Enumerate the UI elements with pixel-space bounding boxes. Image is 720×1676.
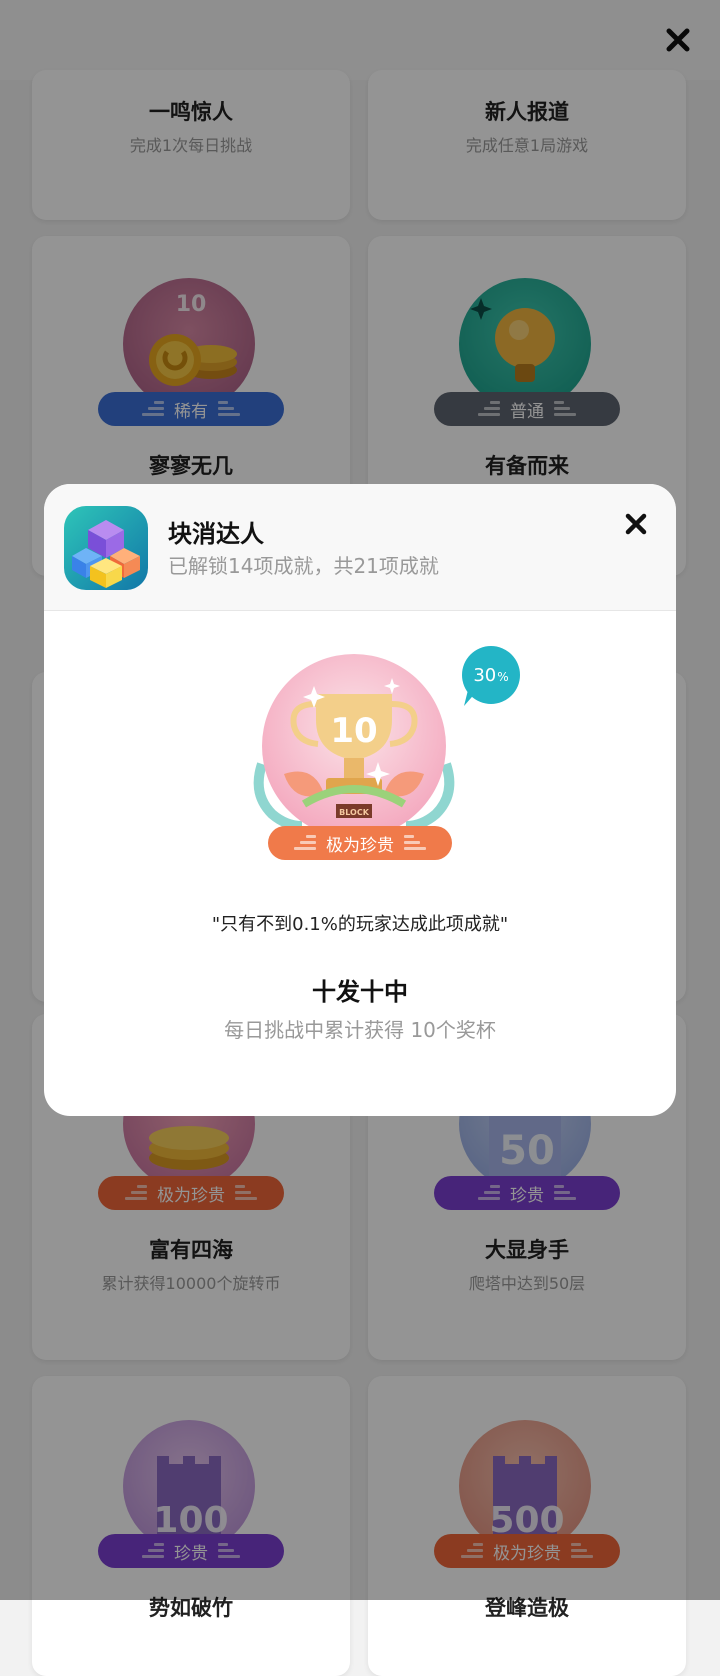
achievement-title: 十发十中 — [312, 978, 408, 1006]
badge-number: 10 — [330, 711, 377, 751]
percent-value: 30 — [473, 664, 497, 686]
rarity-quote: "只有不到0.1%的玩家达成此项成就" — [211, 914, 509, 935]
achievement-description: 每日挑战中累计获得 10个奖杯 — [224, 1018, 496, 1042]
unlock-progress: 已解锁14项成就，共21项成就 — [168, 554, 439, 578]
app-icon — [64, 506, 148, 590]
rarity-label: 极为珍贵 — [326, 835, 394, 856]
dialog-close-icon[interactable] — [620, 508, 652, 540]
bubble-tail-icon — [464, 690, 478, 706]
pill-decoration-icon — [294, 835, 316, 851]
rarity-pill: 极为珍贵 — [268, 826, 452, 860]
achievement-detail-dialog: 块消达人 已解锁14项成就，共21项成就 BLOCK 10 极为珍贵 30 % … — [44, 484, 676, 1116]
percent-sign: % — [497, 670, 509, 684]
dialog-header: 块消达人 已解锁14项成就，共21项成就 — [44, 484, 676, 611]
app-name: 块消达人 — [168, 520, 264, 548]
pill-decoration-icon — [404, 835, 426, 851]
badge-bottom-text: BLOCK — [339, 808, 370, 817]
